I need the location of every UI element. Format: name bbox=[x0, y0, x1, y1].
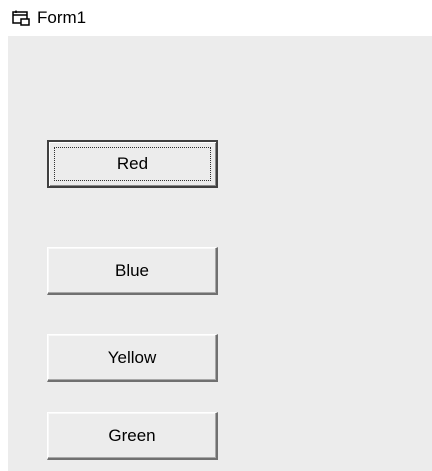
blue-button-label: Blue bbox=[114, 260, 150, 280]
red-button[interactable]: Red bbox=[47, 140, 218, 188]
green-button[interactable]: Green bbox=[47, 412, 218, 460]
blue-button[interactable]: Blue bbox=[47, 247, 218, 295]
title-bar[interactable]: Form1 bbox=[0, 0, 432, 36]
red-button-label: Red bbox=[116, 154, 149, 173]
form-client-area: Red Blue Yellow Green bbox=[8, 36, 432, 471]
yellow-button-label: Yellow bbox=[107, 347, 157, 367]
yellow-button[interactable]: Yellow bbox=[47, 334, 218, 382]
form-window-icon bbox=[12, 10, 30, 26]
window-title: Form1 bbox=[37, 8, 87, 27]
form-window: Form1 Red Blue Yellow Green bbox=[0, 0, 432, 471]
green-button-label: Green bbox=[108, 425, 156, 445]
